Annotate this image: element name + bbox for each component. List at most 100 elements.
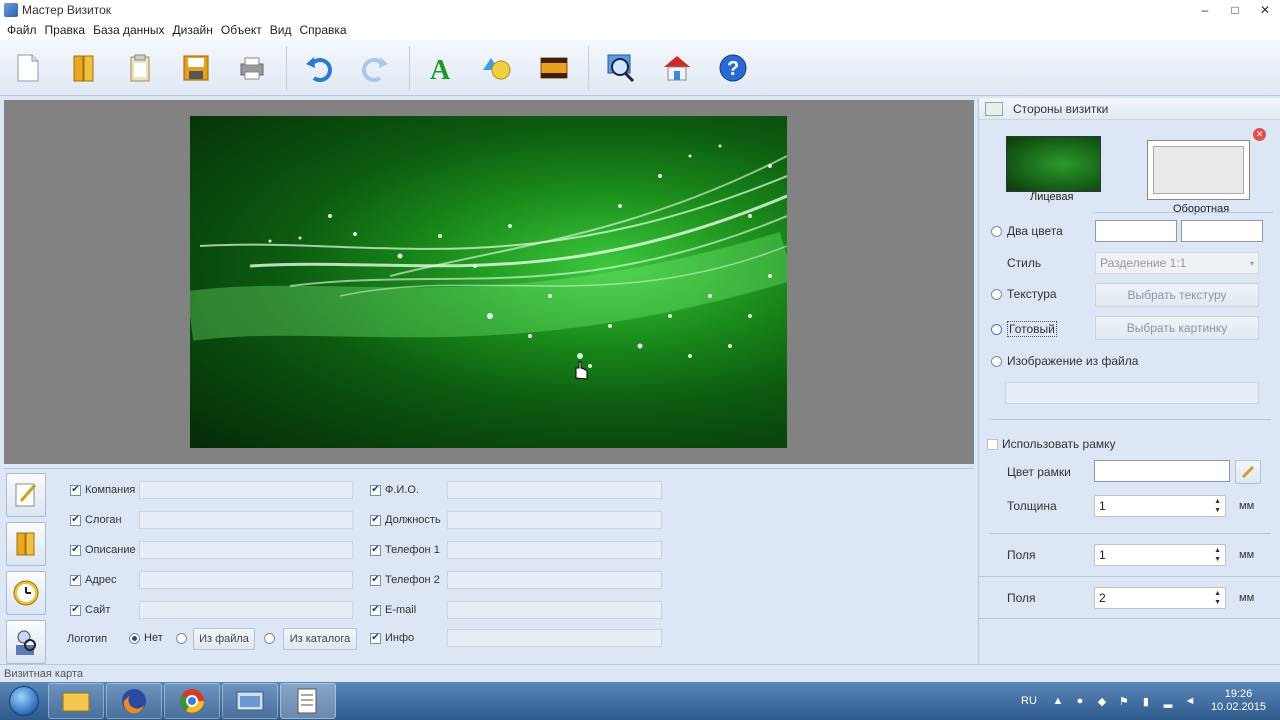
language-indicator[interactable]: RU — [1021, 695, 1037, 707]
volume-icon[interactable]: ◄ — [1183, 694, 1197, 708]
fullname-input[interactable] — [447, 481, 662, 499]
clipboard-icon[interactable] — [118, 46, 162, 90]
card-preview[interactable] — [190, 116, 787, 448]
text-icon[interactable]: A — [420, 46, 464, 90]
company-input[interactable] — [139, 481, 353, 499]
logo-catalog-option[interactable] — [264, 628, 275, 648]
taskbar-explorer[interactable] — [48, 683, 104, 719]
logo-catalog-radio[interactable] — [264, 632, 275, 644]
database-tool[interactable] — [6, 522, 46, 566]
menu-design[interactable]: Дизайн — [169, 23, 217, 37]
address-checkbox[interactable]: ✔ — [70, 574, 81, 586]
phone1-checkbox[interactable]: ✔ — [370, 544, 381, 556]
margins-stepper-2[interactable]: 2 ▲ ▼ — [1094, 587, 1226, 609]
shield-icon[interactable]: ◆ — [1095, 694, 1109, 708]
texture-radio[interactable] — [991, 288, 1002, 300]
redo-icon[interactable] — [353, 46, 397, 90]
image-icon[interactable] — [532, 46, 576, 90]
taskbar-app[interactable] — [222, 683, 278, 719]
stepper-arrows-icon[interactable]: ▲ ▼ — [1214, 589, 1221, 607]
color-picker-button[interactable] — [1235, 460, 1261, 484]
logo-none-option[interactable]: Нет — [129, 628, 163, 648]
stepper-arrows-icon[interactable]: ▲ ▼ — [1214, 497, 1221, 515]
save-icon[interactable] — [174, 46, 218, 90]
logo-file-option[interactable] — [176, 628, 187, 648]
site-input[interactable] — [139, 601, 353, 619]
tray-app-icon[interactable]: ● — [1073, 694, 1087, 708]
phone1-input[interactable] — [447, 541, 662, 559]
color1-input[interactable] — [1095, 220, 1177, 242]
slogan-input[interactable] — [139, 511, 353, 529]
search-tool[interactable] — [6, 620, 46, 664]
frame-color-input[interactable] — [1094, 460, 1230, 482]
choose-texture-button[interactable]: Выбрать текстуру — [1095, 283, 1259, 307]
logo-none-radio[interactable] — [129, 632, 140, 644]
email-checkbox[interactable]: ✔ — [370, 604, 381, 616]
info-checkbox[interactable]: ✔ — [370, 632, 381, 644]
taskbar-chrome[interactable] — [164, 683, 220, 719]
position-checkbox[interactable]: ✔ — [370, 514, 381, 526]
company-checkbox[interactable]: ✔ — [70, 484, 81, 496]
address-input[interactable] — [139, 571, 353, 589]
shapes-icon[interactable] — [476, 46, 520, 90]
description-checkbox[interactable]: ✔ — [70, 544, 81, 556]
menu-file[interactable]: Файл — [3, 23, 41, 37]
fullname-checkbox[interactable]: ✔ — [370, 484, 381, 496]
phone2-input[interactable] — [447, 571, 662, 589]
description-input[interactable] — [139, 541, 353, 559]
margins-stepper-1[interactable]: 1 ▲ ▼ — [1094, 544, 1226, 566]
back-side-thumbnail[interactable] — [1147, 140, 1250, 200]
menu-edit[interactable]: Правка — [41, 23, 90, 37]
undo-icon[interactable] — [297, 46, 341, 90]
menu-object[interactable]: Объект — [217, 23, 266, 37]
image-from-file-option[interactable]: Изображение из файла — [991, 354, 1138, 368]
print-icon[interactable] — [230, 46, 274, 90]
texture-option[interactable]: Текстура — [991, 287, 1057, 301]
two-colors-option[interactable]: Два цвета — [991, 224, 1063, 238]
close-button[interactable]: ✕ — [1250, 0, 1280, 20]
open-folder-icon[interactable] — [62, 46, 106, 90]
email-input[interactable] — [447, 601, 662, 619]
style-select[interactable]: Разделение 1:1 ▾ — [1095, 252, 1259, 274]
image-from-file-radio[interactable] — [991, 355, 1002, 367]
info-input[interactable] — [447, 629, 662, 647]
power-icon[interactable]: ▮ — [1139, 694, 1153, 708]
minimize-button[interactable]: – — [1190, 0, 1220, 20]
clock[interactable]: 19:26 10.02.2015 — [1211, 688, 1266, 714]
start-button[interactable] — [0, 682, 48, 720]
use-frame-checkbox[interactable] — [987, 438, 998, 450]
network-icon[interactable]: ▂ — [1161, 694, 1175, 708]
image-file-path-input[interactable] — [1005, 382, 1259, 404]
home-icon[interactable] — [655, 46, 699, 90]
menu-database[interactable]: База данных — [89, 23, 168, 37]
new-file-icon[interactable] — [6, 46, 50, 90]
edit-text-tool[interactable] — [6, 473, 46, 517]
menu-view[interactable]: Вид — [266, 23, 296, 37]
ready-radio[interactable] — [991, 323, 1002, 335]
help-icon[interactable]: ? — [711, 46, 755, 90]
use-frame-option[interactable]: Использовать рамку — [987, 437, 1116, 451]
taskbar-card-wizard[interactable] — [280, 683, 336, 719]
slogan-checkbox[interactable]: ✔ — [70, 514, 81, 526]
close-icon[interactable]: ✕ — [1253, 128, 1266, 141]
ready-option[interactable]: Готовый — [991, 321, 1057, 337]
maximize-button[interactable]: □ — [1220, 0, 1250, 20]
phone2-checkbox[interactable]: ✔ — [370, 574, 381, 586]
thickness-stepper[interactable]: 1 ▲ ▼ — [1094, 495, 1226, 517]
taskbar-firefox[interactable] — [106, 683, 162, 719]
logo-from-file-button[interactable]: Из файла — [193, 628, 255, 650]
menu-help[interactable]: Справка — [295, 23, 350, 37]
site-checkbox[interactable]: ✔ — [70, 604, 81, 616]
logo-file-radio[interactable] — [176, 632, 187, 644]
logo-from-catalog-button[interactable]: Из каталога — [283, 628, 357, 650]
two-colors-radio[interactable] — [991, 225, 1002, 237]
position-input[interactable] — [447, 511, 662, 529]
stepper-arrows-icon[interactable]: ▲ ▼ — [1214, 546, 1221, 564]
front-side-thumbnail[interactable] — [1006, 136, 1101, 192]
flag-icon[interactable]: ⚑ — [1117, 694, 1131, 708]
history-tool[interactable] — [6, 571, 46, 615]
zoom-icon[interactable] — [599, 46, 643, 90]
color2-input[interactable] — [1181, 220, 1263, 242]
chevron-up-icon[interactable]: ▲ — [1051, 694, 1065, 708]
choose-picture-button[interactable]: Выбрать картинку — [1095, 316, 1259, 340]
